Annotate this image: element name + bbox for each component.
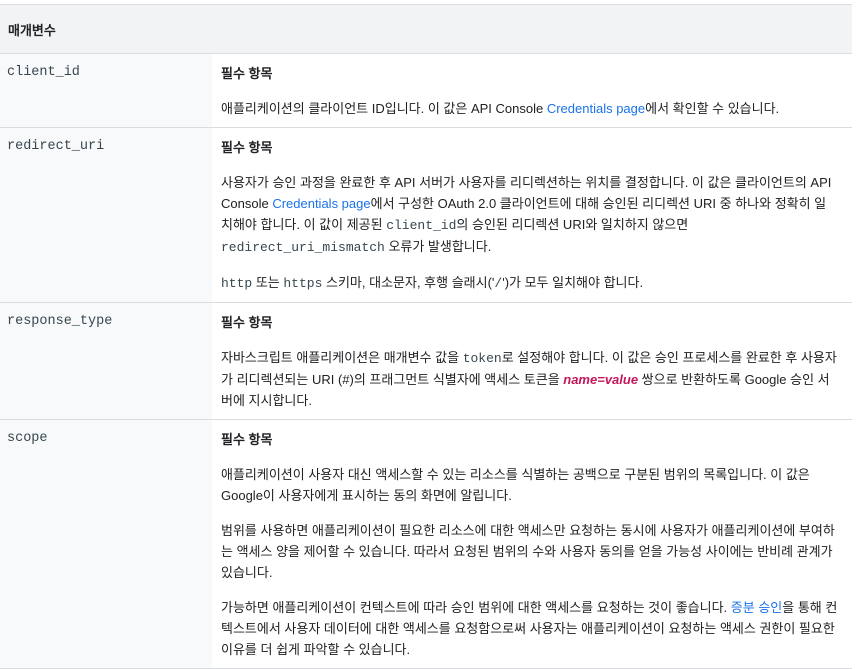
param-description: 필수 항목 자바스크립트 애플리케이션은 매개변수 값을 token로 설정해야…: [212, 302, 852, 420]
description-text: http 또는 https 스키마, 대소문자, 후행 슬래시('/')가 모두…: [221, 275, 644, 291]
inline-code: redirect_uri_mismatch: [221, 240, 385, 255]
parameter-table-container: 매개변수 client_id 필수 항목 애플리케이션의 클라이언트 ID입니다…: [0, 4, 852, 669]
credentials-page-link[interactable]: Credentials page: [547, 101, 645, 116]
description-text: 범위를 사용하면 애플리케이션이 필요한 리소스에 대한 액세스만 요청하는 동…: [221, 523, 835, 580]
required-label: 필수 항목: [221, 315, 273, 330]
description-text: 가능하면 애플리케이션이 컨텍스트에 따라 승인 범위에 대한 액세스를 요청하…: [221, 600, 838, 657]
param-name: redirect_uri: [0, 127, 212, 303]
parameter-table: 매개변수 client_id 필수 항목 애플리케이션의 클라이언트 ID입니다…: [0, 4, 852, 669]
credentials-page-link[interactable]: Credentials page: [272, 196, 370, 211]
table-row-scope: scope 필수 항목 애플리케이션이 사용자 대신 액세스할 수 있는 리소스…: [0, 419, 852, 669]
param-name: scope: [0, 419, 212, 669]
required-label: 필수 항목: [221, 140, 273, 155]
inline-code: client_id: [386, 218, 457, 233]
table-row-response-type: response_type 필수 항목 자바스크립트 애플리케이션은 매개변수 …: [0, 302, 852, 420]
param-name: client_id: [0, 53, 212, 128]
description-text: 애플리케이션이 사용자 대신 액세스할 수 있는 리소스를 식별하는 공백으로 …: [221, 467, 810, 503]
inline-code: https: [283, 276, 323, 291]
description-text: 애플리케이션의 클라이언트 ID입니다. 이 값은 API Console Cr…: [221, 101, 780, 116]
description-text: 자바스크립트 애플리케이션은 매개변수 값을 token로 설정해야 합니다. …: [221, 350, 837, 408]
param-description: 필수 항목 사용자가 승인 과정을 완료한 후 API 서버가 사용자를 리디렉…: [212, 127, 852, 303]
param-name: response_type: [0, 302, 212, 420]
inline-code: token: [462, 351, 502, 366]
description-text: 사용자가 승인 과정을 완료한 후 API 서버가 사용자를 리디렉션하는 위치…: [221, 175, 832, 255]
table-row-client-id: client_id 필수 항목 애플리케이션의 클라이언트 ID입니다. 이 값…: [0, 53, 852, 128]
required-label: 필수 항목: [221, 66, 273, 81]
name-value-var: name=value: [563, 372, 639, 387]
param-description: 필수 항목 애플리케이션이 사용자 대신 액세스할 수 있는 리소스를 식별하는…: [212, 419, 852, 669]
param-description: 필수 항목 애플리케이션의 클라이언트 ID입니다. 이 값은 API Cons…: [212, 53, 852, 128]
table-header-row: 매개변수: [0, 4, 852, 54]
table-row-redirect-uri: redirect_uri 필수 항목 사용자가 승인 과정을 완료한 후 API…: [0, 127, 852, 303]
incremental-auth-link[interactable]: 증분 승인: [731, 600, 782, 615]
inline-code: http: [221, 276, 253, 291]
required-label: 필수 항목: [221, 432, 273, 447]
param-column-header: 매개변수: [0, 4, 852, 54]
